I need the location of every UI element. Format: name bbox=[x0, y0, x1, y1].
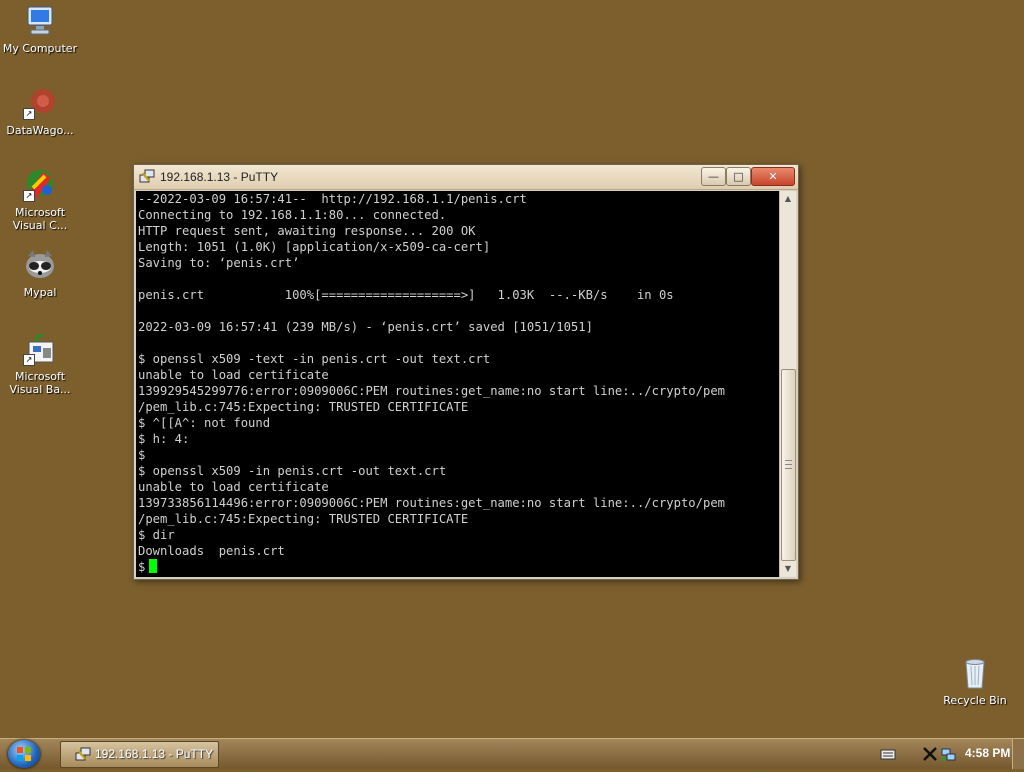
close-icon: ✕ bbox=[768, 170, 778, 183]
terminal-output[interactable]: --2022-03-09 16:57:41-- http://192.168.1… bbox=[136, 191, 779, 577]
terminal-line: /pem_lib.c:745:Expecting: TRUSTED CERTIF… bbox=[138, 512, 469, 526]
terminal-line: --2022-03-09 16:57:41-- http://192.168.1… bbox=[138, 192, 527, 206]
vertical-scrollbar[interactable]: ▲ ▼ bbox=[779, 191, 796, 577]
start-button[interactable] bbox=[8, 740, 40, 768]
desktop-icon-datawagon[interactable]: ↗ DataWago... bbox=[0, 86, 80, 137]
minimize-icon: — bbox=[708, 170, 719, 183]
taskbar-item-putty[interactable]: 192.168.1.13 - PuTTY bbox=[60, 741, 219, 768]
computer-icon bbox=[23, 4, 57, 38]
scroll-grip-icon bbox=[785, 460, 792, 469]
putty-window[interactable]: 192.168.1.13 - PuTTY — □ ✕ --2022-03-09 … bbox=[133, 164, 799, 580]
terminal-prompt: $ bbox=[138, 560, 146, 574]
show-desktop-button[interactable] bbox=[1012, 739, 1024, 769]
terminal-line: Connecting to 192.168.1.1:80... connecte… bbox=[138, 208, 447, 222]
minimize-button[interactable]: — bbox=[701, 167, 726, 186]
terminal-line: HTTP request sent, awaiting response... … bbox=[138, 224, 476, 238]
terminal-line: Length: 1051 (1.0K) [application/x-x509-… bbox=[138, 240, 491, 254]
terminal-line: $ openssl x509 -text -in penis.crt -out … bbox=[138, 352, 491, 366]
desktop-icon-mypal[interactable]: Mypal bbox=[0, 248, 80, 299]
shortcut-arrow-icon: ↗ bbox=[23, 108, 35, 120]
scroll-up-icon: ▲ bbox=[784, 194, 792, 203]
terminal-line: unable to load certificate bbox=[138, 480, 329, 494]
terminal-line: 139733856114496:error:0909006C:PEM routi… bbox=[138, 496, 725, 510]
maximize-button[interactable]: □ bbox=[726, 167, 751, 186]
x-server-icon[interactable] bbox=[922, 746, 938, 762]
recycle-bin-icon bbox=[958, 656, 992, 690]
desktop-icon-label: Microsoft Visual Ba... bbox=[9, 370, 71, 396]
terminal-line: $ ^[[A^: not found bbox=[138, 416, 271, 430]
terminal-cursor bbox=[149, 559, 158, 573]
desktop-icon-label: Recycle Bin bbox=[943, 694, 1007, 707]
close-button[interactable]: ✕ bbox=[751, 167, 795, 186]
desktop-icon-visual-basic[interactable]: ↗ Microsoft Visual Ba... bbox=[0, 332, 80, 396]
maximize-icon: □ bbox=[733, 170, 744, 183]
desktop-icon-visual-c[interactable]: ↗ Microsoft Visual C... bbox=[0, 168, 80, 232]
visual-c-icon: ↗ bbox=[23, 168, 57, 202]
taskbar: 192.168.1.13 - PuTTY 4:58 PM bbox=[0, 738, 1024, 769]
putty-icon bbox=[139, 169, 155, 185]
terminal-line: Downloads penis.crt bbox=[138, 544, 285, 558]
desktop-icon-label: My Computer bbox=[2, 42, 78, 55]
terminal-line: unable to load certificate bbox=[138, 368, 329, 382]
scroll-down-icon: ▼ bbox=[784, 564, 792, 573]
terminal-line: /pem_lib.c:745:Expecting: TRUSTED CERTIF… bbox=[138, 400, 469, 414]
windows-orb-icon bbox=[17, 747, 31, 761]
shortcut-arrow-icon: ↗ bbox=[23, 190, 35, 202]
window-titlebar[interactable]: 192.168.1.13 - PuTTY — □ ✕ bbox=[134, 165, 798, 190]
desktop-icon-label: Microsoft Visual C... bbox=[12, 206, 68, 232]
terminal-line: $ openssl x509 -in penis.crt -out text.c… bbox=[138, 464, 447, 478]
desktop-icon-label: Mypal bbox=[23, 286, 57, 299]
datawagon-icon: ↗ bbox=[23, 86, 57, 120]
taskbar-item-label: 192.168.1.13 - PuTTY bbox=[95, 747, 214, 761]
desktop-icon-label: DataWago... bbox=[6, 124, 74, 137]
window-title: 192.168.1.13 - PuTTY bbox=[160, 170, 279, 184]
mypal-icon bbox=[23, 248, 57, 282]
terminal-line: $ dir bbox=[138, 528, 175, 542]
scroll-down-button[interactable]: ▼ bbox=[780, 561, 796, 577]
visual-basic-icon: ↗ bbox=[23, 332, 57, 366]
desktop-icon-my-computer[interactable]: My Computer bbox=[0, 4, 80, 55]
desktop-icon-recycle-bin[interactable]: Recycle Bin bbox=[935, 656, 1015, 707]
terminal-prompt-line[interactable]: $ bbox=[136, 559, 779, 575]
scroll-thumb[interactable] bbox=[781, 369, 796, 561]
scroll-up-button[interactable]: ▲ bbox=[780, 191, 796, 207]
network-icon[interactable] bbox=[940, 746, 956, 762]
keyboard-icon[interactable] bbox=[880, 746, 896, 762]
shortcut-arrow-icon: ↗ bbox=[23, 354, 35, 366]
putty-icon bbox=[75, 747, 91, 763]
terminal-line: Saving to: ‘penis.crt’ bbox=[138, 256, 300, 270]
terminal-line: 139929545299776:error:0909006C:PEM routi… bbox=[138, 384, 725, 398]
terminal-line: $ bbox=[138, 448, 146, 462]
taskbar-clock[interactable]: 4:58 PM bbox=[965, 746, 1010, 760]
terminal-line: 2022-03-09 16:57:41 (239 MB/s) - ‘penis.… bbox=[138, 320, 593, 334]
terminal-line: penis.crt 100%[===================>] 1.0… bbox=[138, 288, 674, 302]
terminal-line: $ h: 4: bbox=[138, 432, 190, 446]
